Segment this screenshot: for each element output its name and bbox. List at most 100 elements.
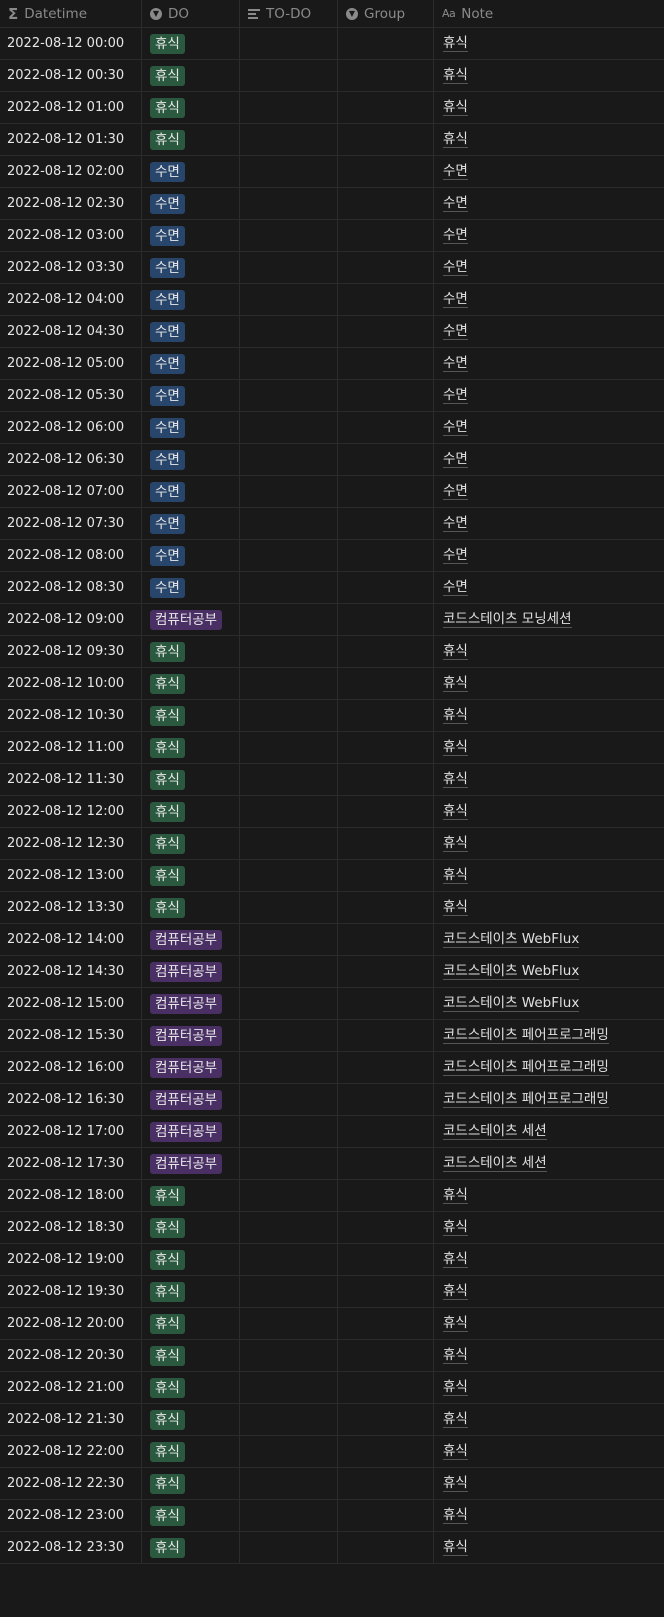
note-link[interactable]: 수면 [443,451,468,468]
do-cell[interactable]: 수면 [142,444,240,475]
note-cell[interactable]: 수면 [434,572,664,603]
table-row[interactable]: 2022-08-12 05:30 수면 수면 [0,380,664,412]
table-row[interactable]: 2022-08-12 20:30 휴식 휴식 [0,1340,664,1372]
do-cell[interactable]: 수면 [142,348,240,379]
table-row[interactable]: 2022-08-12 11:30 휴식 휴식 [0,764,664,796]
table-row[interactable]: 2022-08-12 19:00 휴식 휴식 [0,1244,664,1276]
datetime-cell[interactable]: 2022-08-12 09:30 [0,636,142,667]
note-link[interactable]: 수면 [443,195,468,212]
do-cell[interactable]: 휴식 [142,1244,240,1275]
datetime-cell[interactable]: 2022-08-12 05:00 [0,348,142,379]
note-cell[interactable]: 코드스테이츠 페어프로그래밍 [434,1052,664,1083]
todo-cell[interactable] [240,1084,338,1115]
note-link[interactable]: 휴식 [443,1539,468,1556]
todo-cell[interactable] [240,1308,338,1339]
todo-cell[interactable] [240,572,338,603]
note-link[interactable]: 휴식 [443,1443,468,1460]
do-cell[interactable]: 컴퓨터공부 [142,1020,240,1051]
note-cell[interactable]: 수면 [434,316,664,347]
do-cell[interactable]: 휴식 [142,1180,240,1211]
group-cell[interactable] [338,796,434,827]
group-cell[interactable] [338,1116,434,1147]
datetime-cell[interactable]: 2022-08-12 02:00 [0,156,142,187]
do-cell[interactable]: 휴식 [142,892,240,923]
do-cell[interactable]: 휴식 [142,732,240,763]
note-link[interactable]: 휴식 [443,1219,468,1236]
todo-cell[interactable] [240,124,338,155]
note-cell[interactable]: 휴식 [434,92,664,123]
datetime-cell[interactable]: 2022-08-12 05:30 [0,380,142,411]
note-link[interactable]: 코드스테이츠 페어프로그래밍 [443,1091,609,1108]
note-cell[interactable]: 휴식 [434,668,664,699]
datetime-cell[interactable]: 2022-08-12 06:30 [0,444,142,475]
datetime-cell[interactable]: 2022-08-12 13:30 [0,892,142,923]
group-cell[interactable] [338,956,434,987]
datetime-cell[interactable]: 2022-08-12 17:30 [0,1148,142,1179]
group-cell[interactable] [338,732,434,763]
table-row[interactable]: 2022-08-12 16:00 컴퓨터공부 코드스테이츠 페어프로그래밍 [0,1052,664,1084]
datetime-cell[interactable]: 2022-08-12 07:00 [0,476,142,507]
table-row[interactable]: 2022-08-12 05:00 수면 수면 [0,348,664,380]
note-link[interactable]: 코드스테이츠 WebFlux [443,995,580,1012]
datetime-cell[interactable]: 2022-08-12 12:30 [0,828,142,859]
note-link[interactable]: 휴식 [443,1315,468,1332]
note-link[interactable]: 휴식 [443,35,468,52]
datetime-cell[interactable]: 2022-08-12 09:00 [0,604,142,635]
note-cell[interactable]: 휴식 [434,1468,664,1499]
note-cell[interactable]: 휴식 [434,1436,664,1467]
group-cell[interactable] [338,284,434,315]
datetime-cell[interactable]: 2022-08-12 22:00 [0,1436,142,1467]
note-link[interactable]: 수면 [443,355,468,372]
note-link[interactable]: 휴식 [443,739,468,756]
table-row[interactable]: 2022-08-12 00:30 휴식 휴식 [0,60,664,92]
note-link[interactable]: 수면 [443,483,468,500]
note-link[interactable]: 휴식 [443,1475,468,1492]
table-row[interactable]: 2022-08-12 15:00 컴퓨터공부 코드스테이츠 WebFlux [0,988,664,1020]
do-cell[interactable]: 휴식 [142,92,240,123]
note-cell[interactable]: 휴식 [434,60,664,91]
todo-cell[interactable] [240,1276,338,1307]
group-cell[interactable] [338,1532,434,1563]
table-row[interactable]: 2022-08-12 03:00 수면 수면 [0,220,664,252]
group-cell[interactable] [338,252,434,283]
todo-cell[interactable] [240,1180,338,1211]
note-link[interactable]: 휴식 [443,1251,468,1268]
todo-cell[interactable] [240,604,338,635]
group-cell[interactable] [338,348,434,379]
column-header-todo[interactable]: TO-DO [240,0,338,27]
datetime-cell[interactable]: 2022-08-12 15:30 [0,1020,142,1051]
group-cell[interactable] [338,1372,434,1403]
group-cell[interactable] [338,60,434,91]
table-row[interactable]: 2022-08-12 17:30 컴퓨터공부 코드스테이츠 세션 [0,1148,664,1180]
note-cell[interactable]: 휴식 [434,1180,664,1211]
note-cell[interactable]: 휴식 [434,1372,664,1403]
table-row[interactable]: 2022-08-12 01:00 휴식 휴식 [0,92,664,124]
group-cell[interactable] [338,1308,434,1339]
do-cell[interactable]: 컴퓨터공부 [142,956,240,987]
table-row[interactable]: 2022-08-12 01:30 휴식 휴식 [0,124,664,156]
datetime-cell[interactable]: 2022-08-12 04:30 [0,316,142,347]
todo-cell[interactable] [240,156,338,187]
datetime-cell[interactable]: 2022-08-12 07:30 [0,508,142,539]
todo-cell[interactable] [240,1020,338,1051]
datetime-cell[interactable]: 2022-08-12 06:00 [0,412,142,443]
note-cell[interactable]: 코드스테이츠 WebFlux [434,988,664,1019]
table-row[interactable]: 2022-08-12 06:00 수면 수면 [0,412,664,444]
todo-cell[interactable] [240,1500,338,1531]
todo-cell[interactable] [240,1212,338,1243]
datetime-cell[interactable]: 2022-08-12 03:00 [0,220,142,251]
todo-cell[interactable] [240,828,338,859]
group-cell[interactable] [338,412,434,443]
note-link[interactable]: 휴식 [443,131,468,148]
group-cell[interactable] [338,1148,434,1179]
note-cell[interactable]: 수면 [434,284,664,315]
datetime-cell[interactable]: 2022-08-12 20:30 [0,1340,142,1371]
datetime-cell[interactable]: 2022-08-12 00:00 [0,28,142,59]
group-cell[interactable] [338,828,434,859]
group-cell[interactable] [338,1052,434,1083]
do-cell[interactable]: 컴퓨터공부 [142,924,240,955]
do-cell[interactable]: 컴퓨터공부 [142,1116,240,1147]
datetime-cell[interactable]: 2022-08-12 19:00 [0,1244,142,1275]
group-cell[interactable] [338,700,434,731]
note-link[interactable]: 휴식 [443,99,468,116]
